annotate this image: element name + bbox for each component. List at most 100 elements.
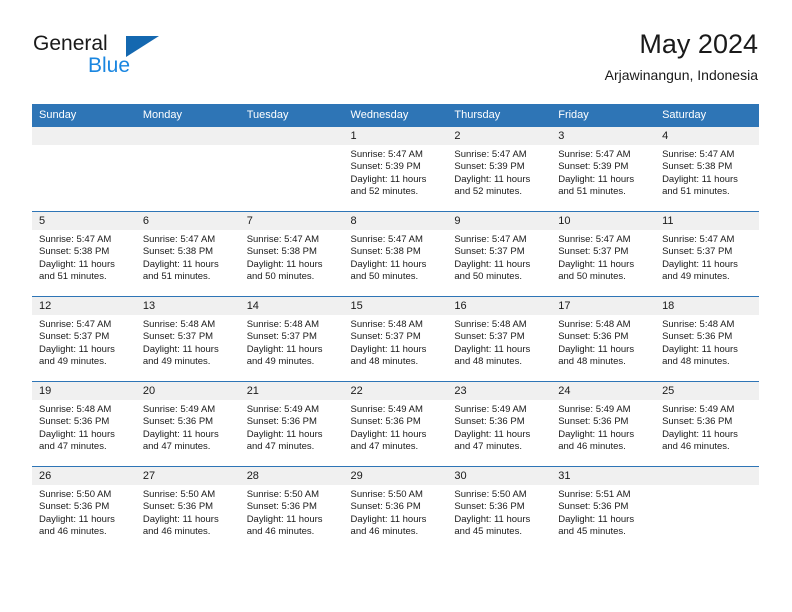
sunrise-text: Sunrise: 5:47 AM <box>246 234 320 245</box>
calendar-day-cell[interactable]: 24 Sunrise: 5:49 AM Sunset: 5:36 PM Dayligh… <box>551 381 656 467</box>
calendar-day-cell[interactable]: 31 Sunrise: 5:51 AM Sunset: 5:36 PM Dayligh… <box>551 466 656 551</box>
day-sun-info: Sunrise: 5:48 AM Sunset: 5:37 PM Daylight:… <box>447 315 551 369</box>
weekday-header-tuesday: Tuesday <box>239 104 344 127</box>
day-number: 15 <box>343 297 448 315</box>
sunset-text: Sunset: 5:37 PM <box>142 331 214 343</box>
daylight-text: Daylight: 11 hours and 46 minutes. <box>142 513 219 538</box>
sunset-text: Sunset: 5:36 PM <box>246 416 317 428</box>
calendar-day-cell[interactable]: 9 Sunrise: 5:47 AM Sunset: 5:37 PM Daylight… <box>447 211 552 297</box>
calendar-day-cell[interactable]: 6 Sunrise: 5:47 AM Sunset: 5:38 PM Daylight… <box>135 211 240 297</box>
daylight-text: Daylight: 11 hours and 47 minutes. <box>246 428 323 453</box>
calendar-day-cell[interactable]: 4 Sunrise: 5:47 AM Sunset: 5:38 PM Daylight… <box>655 126 759 212</box>
calendar-day-cell[interactable]: 30 Sunrise: 5:50 AM Sunset: 5:36 PM Dayligh… <box>447 466 552 551</box>
daylight-text: Daylight: 11 hours and 46 minutes. <box>662 428 738 453</box>
sunset-text: Sunset: 5:39 PM <box>558 161 629 173</box>
calendar-day-cell[interactable]: 23 Sunrise: 5:49 AM Sunset: 5:36 PM Dayligh… <box>447 381 552 467</box>
day-number: 23 <box>447 382 552 400</box>
daylight-text: Daylight: 11 hours and 46 minutes. <box>39 513 115 538</box>
day-number: 16 <box>447 297 552 315</box>
calendar-cell-empty <box>135 126 240 212</box>
day-number: 1 <box>343 127 448 145</box>
day-number: 29 <box>343 467 448 485</box>
sunset-text: Sunset: 5:36 PM <box>558 331 629 343</box>
day-number <box>135 127 240 145</box>
day-sun-info: Sunrise: 5:49 AM Sunset: 5:36 PM Daylight:… <box>136 400 240 454</box>
calendar-day-cell[interactable]: 20 Sunrise: 5:49 AM Sunset: 5:36 PM Dayligh… <box>135 381 240 467</box>
calendar-grid: Sunday Monday Tuesday Wednesday Thursday… <box>32 104 759 551</box>
day-sun-info: Sunrise: 5:47 AM Sunset: 5:38 PM Daylight:… <box>136 230 240 284</box>
calendar-day-cell[interactable]: 21 Sunrise: 5:49 AM Sunset: 5:36 PM Dayligh… <box>239 381 344 467</box>
sunset-text: Sunset: 5:36 PM <box>558 416 629 428</box>
day-number: 19 <box>32 382 136 400</box>
day-sun-info: Sunrise: 5:47 AM Sunset: 5:37 PM Daylight:… <box>551 230 655 284</box>
calendar-day-cell[interactable]: 7 Sunrise: 5:47 AM Sunset: 5:38 PM Daylight… <box>239 211 344 297</box>
day-number: 13 <box>135 297 240 315</box>
general-blue-logo[interactable]: General Blue <box>33 33 223 83</box>
calendar-day-cell[interactable]: 1 Sunrise: 5:47 AM Sunset: 5:39 PM Daylight… <box>343 126 448 212</box>
calendar-week-row: 1 Sunrise: 5:47 AM Sunset: 5:39 PM Daylight… <box>32 126 759 212</box>
sunrise-text: Sunrise: 5:51 AM <box>558 489 631 500</box>
sunrise-text: Sunrise: 5:48 AM <box>142 319 216 330</box>
calendar-day-cell[interactable]: 29 Sunrise: 5:50 AM Sunset: 5:36 PM Dayligh… <box>343 466 448 551</box>
calendar-day-cell[interactable]: 3 Sunrise: 5:47 AM Sunset: 5:39 PM Daylight… <box>551 126 656 212</box>
sunset-text: Sunset: 5:36 PM <box>350 416 421 428</box>
calendar-day-cell[interactable]: 26 Sunrise: 5:50 AM Sunset: 5:36 PM Dayligh… <box>32 466 136 551</box>
day-sun-info: Sunrise: 5:47 AM Sunset: 5:39 PM Daylight:… <box>344 145 448 199</box>
calendar-day-cell[interactable]: 28 Sunrise: 5:50 AM Sunset: 5:36 PM Dayligh… <box>239 466 344 551</box>
calendar-cell-empty <box>655 466 759 551</box>
sunset-text: Sunset: 5:37 PM <box>454 331 525 343</box>
sunrise-text: Sunrise: 5:50 AM <box>142 489 216 500</box>
sunrise-text: Sunrise: 5:50 AM <box>246 489 320 500</box>
sunset-text: Sunset: 5:37 PM <box>350 331 421 343</box>
weekday-header-wednesday: Wednesday <box>343 104 448 127</box>
calendar-body: 1 Sunrise: 5:47 AM Sunset: 5:39 PM Daylight… <box>32 126 759 551</box>
calendar-cell-empty <box>239 126 344 212</box>
daylight-text: Daylight: 11 hours and 49 minutes. <box>142 343 219 368</box>
calendar-week-row: 5 Sunrise: 5:47 AM Sunset: 5:38 PM Daylight… <box>32 211 759 297</box>
calendar-day-cell[interactable]: 19 Sunrise: 5:48 AM Sunset: 5:36 PM Dayligh… <box>32 381 136 467</box>
calendar-day-cell[interactable]: 5 Sunrise: 5:47 AM Sunset: 5:38 PM Daylight… <box>32 211 136 297</box>
sunset-text: Sunset: 5:38 PM <box>39 246 110 258</box>
day-sun-info: Sunrise: 5:51 AM Sunset: 5:36 PM Daylight:… <box>551 485 655 539</box>
calendar-day-cell[interactable]: 8 Sunrise: 5:47 AM Sunset: 5:38 PM Daylight… <box>343 211 448 297</box>
sunset-text: Sunset: 5:36 PM <box>39 501 110 513</box>
calendar-day-cell[interactable]: 17 Sunrise: 5:48 AM Sunset: 5:36 PM Dayligh… <box>551 296 656 382</box>
day-number <box>239 127 344 145</box>
day-number: 31 <box>551 467 656 485</box>
calendar-day-cell[interactable]: 13 Sunrise: 5:48 AM Sunset: 5:37 PM Dayligh… <box>135 296 240 382</box>
day-sun-info: Sunrise: 5:48 AM Sunset: 5:37 PM Daylight:… <box>136 315 240 369</box>
day-sun-info: Sunrise: 5:47 AM Sunset: 5:39 PM Daylight:… <box>551 145 655 199</box>
day-sun-info: Sunrise: 5:50 AM Sunset: 5:36 PM Daylight:… <box>447 485 551 539</box>
calendar-day-cell[interactable]: 10 Sunrise: 5:47 AM Sunset: 5:37 PM Dayligh… <box>551 211 656 297</box>
sunrise-text: Sunrise: 5:47 AM <box>558 149 631 160</box>
daylight-text: Daylight: 11 hours and 45 minutes. <box>454 513 531 538</box>
day-number: 14 <box>239 297 344 315</box>
sunset-text: Sunset: 5:37 PM <box>454 246 525 258</box>
calendar-day-cell[interactable]: 12 Sunrise: 5:47 AM Sunset: 5:37 PM Dayligh… <box>32 296 136 382</box>
daylight-text: Daylight: 11 hours and 49 minutes. <box>39 343 115 368</box>
day-number: 22 <box>343 382 448 400</box>
weekday-header-monday: Monday <box>135 104 240 127</box>
calendar-day-cell[interactable]: 18 Sunrise: 5:48 AM Sunset: 5:36 PM Dayligh… <box>655 296 759 382</box>
day-number <box>655 467 759 485</box>
calendar-day-cell[interactable]: 2 Sunrise: 5:47 AM Sunset: 5:39 PM Daylight… <box>447 126 552 212</box>
title-block: May 2024 Arjawinangun, Indonesia <box>605 28 758 84</box>
calendar-day-cell[interactable]: 27 Sunrise: 5:50 AM Sunset: 5:36 PM Dayligh… <box>135 466 240 551</box>
day-number: 2 <box>447 127 552 145</box>
calendar-day-cell[interactable]: 14 Sunrise: 5:48 AM Sunset: 5:37 PM Dayligh… <box>239 296 344 382</box>
day-sun-info: Sunrise: 5:49 AM Sunset: 5:36 PM Daylight:… <box>344 400 448 454</box>
calendar-day-cell[interactable]: 11 Sunrise: 5:47 AM Sunset: 5:37 PM Dayligh… <box>655 211 759 297</box>
calendar-day-cell[interactable]: 25 Sunrise: 5:49 AM Sunset: 5:36 PM Dayligh… <box>655 381 759 467</box>
day-number: 28 <box>239 467 344 485</box>
calendar-day-cell[interactable]: 16 Sunrise: 5:48 AM Sunset: 5:37 PM Dayligh… <box>447 296 552 382</box>
day-sun-info: Sunrise: 5:50 AM Sunset: 5:36 PM Daylight:… <box>344 485 448 539</box>
day-sun-info: Sunrise: 5:48 AM Sunset: 5:36 PM Daylight:… <box>655 315 759 369</box>
day-number: 7 <box>239 212 344 230</box>
sunrise-text: Sunrise: 5:49 AM <box>350 404 423 415</box>
calendar-day-cell[interactable]: 22 Sunrise: 5:49 AM Sunset: 5:36 PM Dayligh… <box>343 381 448 467</box>
page-header: General Blue May 2024 Arjawinangun, Indo… <box>0 0 792 96</box>
calendar-day-cell[interactable]: 15 Sunrise: 5:48 AM Sunset: 5:37 PM Dayligh… <box>343 296 448 382</box>
daylight-text: Daylight: 11 hours and 46 minutes. <box>350 513 427 538</box>
daylight-text: Daylight: 11 hours and 48 minutes. <box>454 343 531 368</box>
day-number <box>32 127 136 145</box>
